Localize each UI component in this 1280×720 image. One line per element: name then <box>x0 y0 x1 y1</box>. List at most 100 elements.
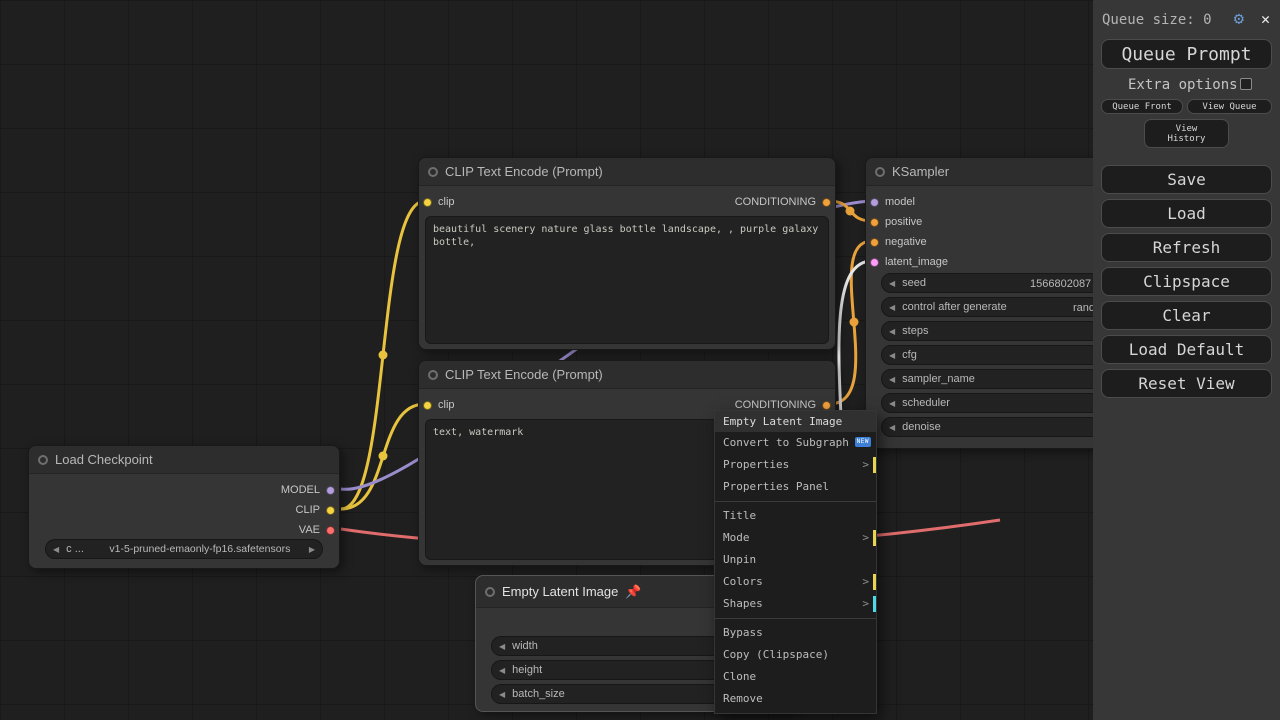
output-slot-clip[interactable]: CLIP <box>296 500 335 520</box>
save-button[interactable]: Save <box>1101 165 1272 194</box>
slot-label: model <box>885 196 915 208</box>
decrement-arrow-icon[interactable]: ◀ <box>889 327 895 336</box>
conditioning-slot-icon[interactable] <box>870 217 879 227</box>
view-queue-button[interactable]: View Queue <box>1187 99 1272 114</box>
input-slot-positive[interactable]: positive <box>870 212 922 232</box>
clipspace-button[interactable]: Clipspace <box>1101 267 1272 296</box>
node-title-bar[interactable]: CLIP Text Encode (Prompt) <box>419 158 835 186</box>
input-slot-clip[interactable]: clip <box>423 395 455 415</box>
widget-value: 1566802087 <box>1030 278 1092 290</box>
menu-item-shapes[interactable]: Shapes > <box>715 593 876 615</box>
slot-label: negative <box>885 236 927 248</box>
slot-label: CONDITIONING <box>734 196 816 208</box>
decrement-arrow-icon[interactable]: ◀ <box>889 375 895 384</box>
queue-prompt-button[interactable]: Queue Prompt <box>1101 39 1272 69</box>
reset-view-button[interactable]: Reset View <box>1101 369 1272 398</box>
widget-label: seed <box>902 277 927 289</box>
menu-item-colors[interactable]: Colors > <box>715 571 876 593</box>
submenu-arrow-icon: > <box>862 458 869 471</box>
decrement-arrow-icon[interactable]: ◀ <box>53 545 59 554</box>
menu-item-bypass[interactable]: Bypass <box>715 622 876 644</box>
wire-midpoint-dot <box>378 451 388 461</box>
widget-label: width <box>512 640 538 652</box>
clip-slot-icon[interactable] <box>423 197 432 207</box>
node-title: Load Checkpoint <box>55 452 153 467</box>
node-title: CLIP Text Encode (Prompt) <box>445 367 603 382</box>
load-button[interactable]: Load <box>1101 199 1272 228</box>
widget-label: denoise <box>902 421 941 433</box>
graph-canvas[interactable]: CLIP Text Encode (Prompt) clip CONDITION… <box>0 0 1280 720</box>
widget-label: scheduler <box>902 397 950 409</box>
decrement-arrow-icon[interactable]: ◀ <box>889 303 895 312</box>
output-slot-conditioning[interactable]: CONDITIONING <box>735 192 831 212</box>
output-slot-model[interactable]: MODEL <box>281 480 335 500</box>
conditioning-slot-icon[interactable] <box>822 400 831 410</box>
queue-front-button[interactable]: Queue Front <box>1101 99 1183 114</box>
widget-value: v1-5-pruned-emaonly-fp16.safetensors <box>109 543 291 555</box>
decrement-arrow-icon[interactable]: ◀ <box>889 279 895 288</box>
slot-label: VAE <box>298 524 320 536</box>
clip-slot-icon[interactable] <box>326 505 335 515</box>
input-slot-clip[interactable]: clip <box>423 192 455 212</box>
slot-label: positive <box>885 216 923 228</box>
clip-slot-icon[interactable] <box>423 400 432 410</box>
menu-item-clone[interactable]: Clone <box>715 666 876 688</box>
collapse-dot[interactable] <box>428 166 438 177</box>
conditioning-slot-icon[interactable] <box>822 197 831 207</box>
node-title: Empty Latent Image <box>502 584 619 599</box>
menu-item-properties[interactable]: Properties > <box>715 454 876 476</box>
view-history-button[interactable]: View History <box>1144 119 1229 148</box>
slot-label: clip <box>438 399 455 411</box>
menu-item-convert-to-subgraph[interactable]: Convert to Subgraph NEW <box>715 432 876 454</box>
node-load-checkpoint[interactable]: Load Checkpoint MODEL CLIP VAE ◀ c ... v… <box>28 445 340 569</box>
slot-label: latent_image <box>885 256 948 268</box>
latent-slot-icon[interactable] <box>870 257 879 267</box>
node-title-bar[interactable]: CLIP Text Encode (Prompt) <box>419 361 835 389</box>
node-clip-text-encode-positive[interactable]: CLIP Text Encode (Prompt) clip CONDITION… <box>418 157 836 350</box>
comfy-menu-panel: Queue size: 0 ⚙ ✕ Queue Prompt Extra opt… <box>1093 0 1280 720</box>
submenu-arrow-icon: > <box>862 575 869 588</box>
input-slot-model[interactable]: model <box>870 192 915 212</box>
conditioning-slot-icon[interactable] <box>870 237 879 247</box>
menu-item-unpin[interactable]: Unpin <box>715 549 876 571</box>
menu-item-properties-panel[interactable]: Properties Panel <box>715 476 876 498</box>
refresh-button[interactable]: Refresh <box>1101 233 1272 262</box>
input-slot-latent-image[interactable]: latent_image <box>870 252 948 272</box>
decrement-arrow-icon[interactable]: ◀ <box>889 423 895 432</box>
extra-options-checkbox[interactable] <box>1240 78 1252 90</box>
load-default-button[interactable]: Load Default <box>1101 335 1272 364</box>
collapse-dot[interactable] <box>428 369 438 380</box>
widget-label: steps <box>902 325 929 337</box>
node-title: KSampler <box>892 164 950 179</box>
decrement-arrow-icon[interactable]: ◀ <box>889 399 895 408</box>
ckpt-name-widget[interactable]: ◀ c ... v1-5-pruned-emaonly-fp16.safeten… <box>45 539 323 559</box>
menu-separator <box>715 501 876 502</box>
output-slot-vae[interactable]: VAE <box>299 520 335 540</box>
menu-item-mode[interactable]: Mode > <box>715 527 876 549</box>
decrement-arrow-icon[interactable]: ◀ <box>499 690 505 699</box>
collapse-dot[interactable] <box>38 454 48 465</box>
queue-size-label: Queue size: 0 <box>1102 12 1212 28</box>
clear-button[interactable]: Clear <box>1101 301 1272 330</box>
vae-slot-icon[interactable] <box>326 525 335 535</box>
node-title-bar[interactable]: Load Checkpoint <box>29 446 339 474</box>
wire-clip-to-positive <box>340 199 426 511</box>
context-menu-title: Empty Latent Image <box>715 411 876 432</box>
decrement-arrow-icon[interactable]: ◀ <box>889 351 895 360</box>
input-slot-negative[interactable]: negative <box>870 232 927 252</box>
collapse-dot[interactable] <box>875 166 885 177</box>
widget-label: control after generate <box>902 301 1007 313</box>
decrement-arrow-icon[interactable]: ◀ <box>499 642 505 651</box>
collapse-dot[interactable] <box>485 586 495 597</box>
menu-item-copy-clipspace[interactable]: Copy (Clipspace) <box>715 644 876 666</box>
settings-gear-icon[interactable]: ⚙ <box>1234 9 1244 29</box>
model-slot-icon[interactable] <box>326 485 335 495</box>
menu-item-remove[interactable]: Remove <box>715 688 876 710</box>
model-slot-icon[interactable] <box>870 197 879 207</box>
widget-label: height <box>512 664 543 676</box>
increment-arrow-icon[interactable]: ▶ <box>309 545 315 554</box>
decrement-arrow-icon[interactable]: ◀ <box>499 666 505 675</box>
menu-item-title[interactable]: Title <box>715 505 876 527</box>
close-icon[interactable]: ✕ <box>1261 10 1270 28</box>
prompt-textarea[interactable]: beautiful scenery nature glass bottle la… <box>425 216 829 344</box>
